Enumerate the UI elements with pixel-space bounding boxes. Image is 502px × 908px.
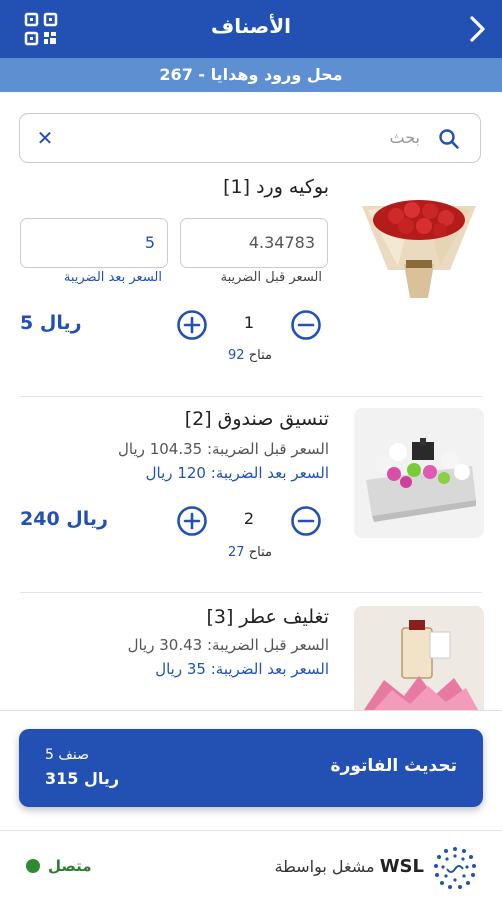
available-label: متاح: [248, 545, 272, 560]
increase-quantity-button[interactable]: [176, 309, 208, 341]
divider: [20, 592, 482, 593]
price-before-tax-input[interactable]: 4.34783: [180, 218, 328, 268]
price-after-tax-input[interactable]: 5: [20, 218, 168, 268]
decrease-quantity-button[interactable]: [290, 309, 322, 341]
price-before-tax: السعر قبل الضريبة: 104.35 ريال: [118, 440, 329, 458]
price-after-tax: السعر بعد الضريبة: 120 ريال: [145, 464, 329, 482]
search-bar[interactable]: ✕ بحث: [19, 113, 481, 163]
wsl-logo-icon: [434, 847, 476, 889]
footer-divider: [0, 830, 502, 831]
invoice-item-count: 5 صنف: [45, 747, 89, 763]
update-invoice-button[interactable]: 5 صنف 315 ريال تحديث الفاتورة: [19, 729, 483, 807]
clear-search-icon[interactable]: ✕: [34, 126, 56, 150]
price-after-tax: السعر بعد الضريبة: 35 ريال: [155, 660, 329, 678]
invoice-total: 315 ريال: [45, 769, 120, 788]
chevron-right-icon[interactable]: [468, 14, 488, 44]
store-name: 267 - محل ورود وهدايا: [0, 58, 502, 92]
item-name: [3] تغليف عطر: [206, 606, 329, 628]
availability: متاح 92: [210, 348, 290, 363]
available-label: متاح: [248, 348, 272, 363]
status-dot-icon: [26, 859, 40, 873]
powered-by: مشغل بواسطة WSL: [275, 856, 424, 877]
decrease-quantity-button[interactable]: [290, 505, 322, 537]
item-name: [2] تنسيق صندوق: [184, 408, 329, 430]
item-total: 240 ريال: [20, 508, 108, 530]
price-before-tax-label: السعر قبل الضريبة: [220, 270, 322, 285]
available-count: 92: [228, 348, 245, 363]
page-title: الأصناف: [211, 14, 291, 38]
availability: متاح 27: [210, 545, 290, 560]
product-image-box-arrangement: [354, 408, 484, 538]
search-icon[interactable]: [438, 128, 460, 150]
product-image-perfume-wrap: [354, 606, 484, 710]
price-before-tax: السعر قبل الضريبة: 30.43 ريال: [127, 636, 329, 654]
available-count: 27: [228, 545, 245, 560]
item-name: [1] بوكيه ورد: [223, 176, 329, 198]
product-image-bouquet: [354, 178, 484, 308]
app-header: الأصناف: [0, 0, 502, 58]
divider: [0, 710, 502, 711]
increase-quantity-button[interactable]: [176, 505, 208, 537]
item-total: 5 ريال: [20, 312, 82, 334]
search-input[interactable]: بحث: [390, 128, 421, 147]
status-text: متصل: [48, 857, 92, 875]
price-after-tax-label: السعر بعد الضريبة: [63, 270, 162, 285]
brand-name: WSL: [379, 856, 424, 877]
connection-status: متصل: [26, 856, 92, 876]
divider: [20, 396, 482, 397]
quantity-value: 2: [243, 509, 255, 528]
powered-by-label: مشغل بواسطة: [274, 857, 375, 876]
quantity-value: 1: [243, 313, 255, 332]
update-invoice-label: تحديث الفاتورة: [330, 756, 457, 776]
